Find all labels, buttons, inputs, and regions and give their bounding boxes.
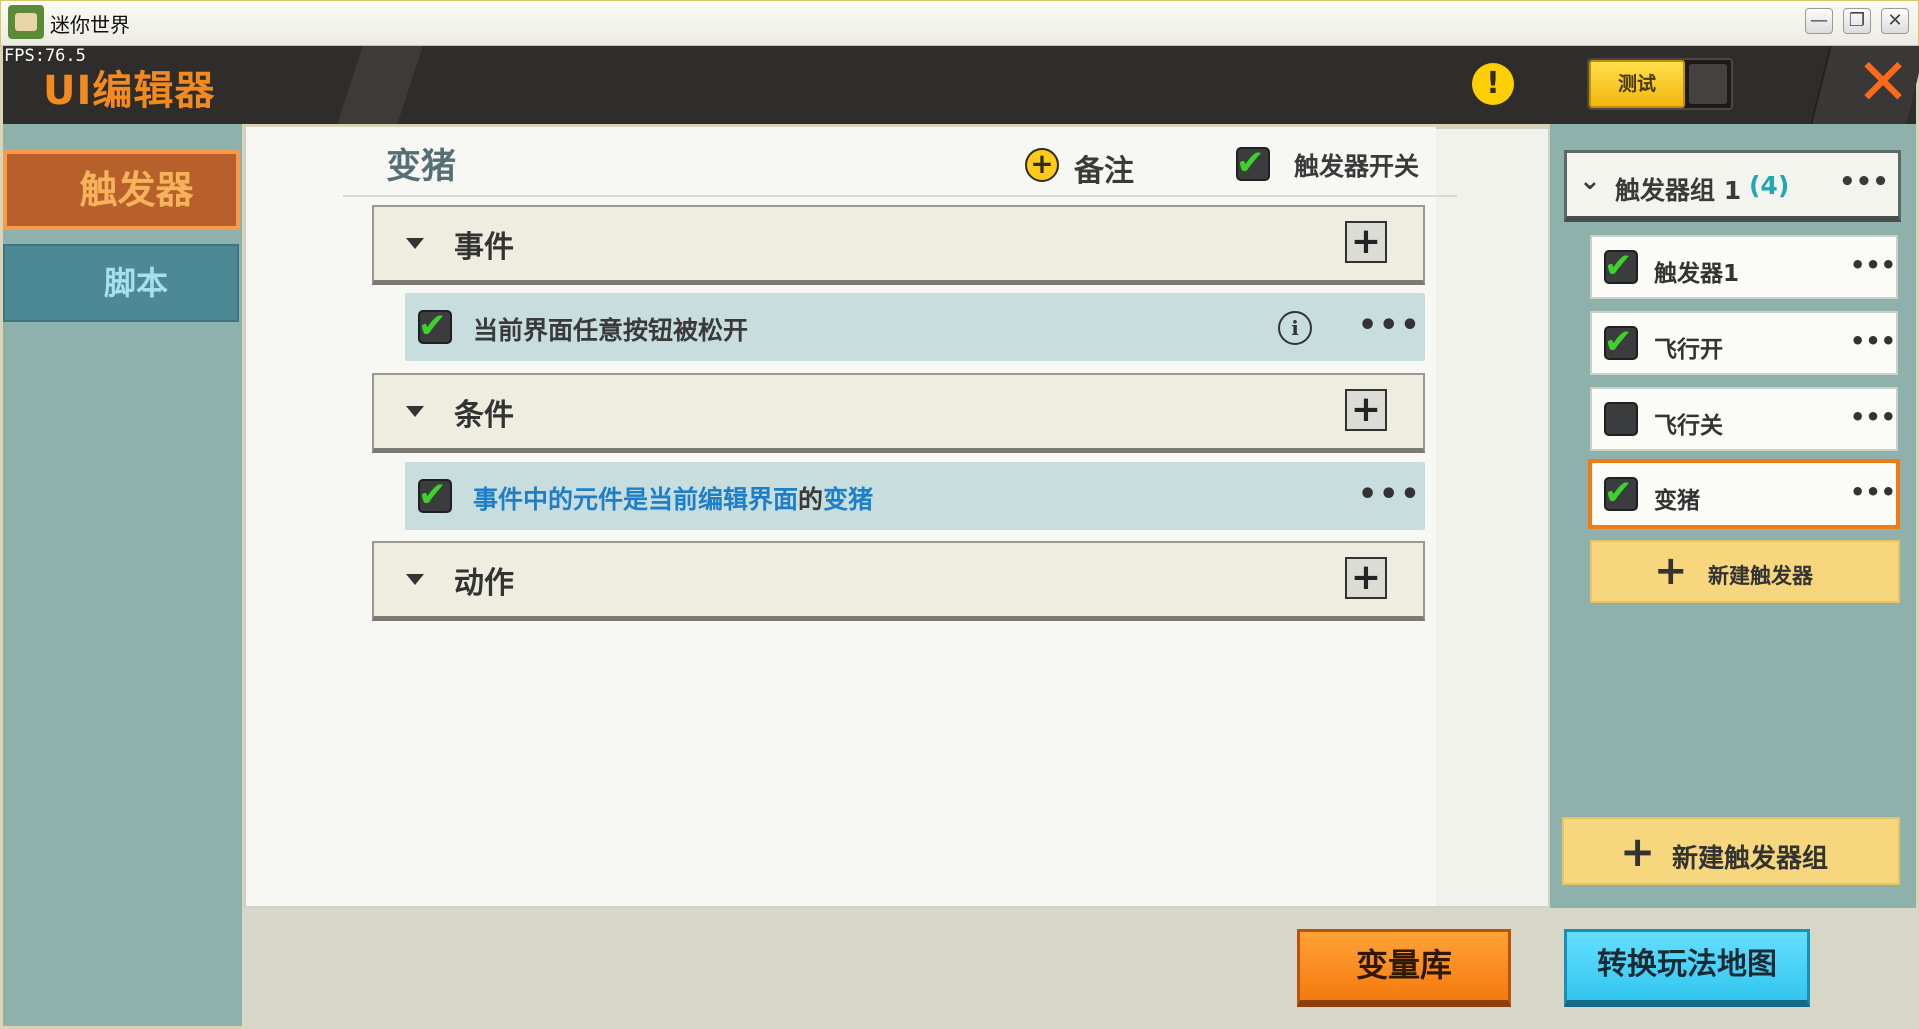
trigger-item-label: 飞行开 <box>1654 337 1723 363</box>
group-more-icon[interactable]: ••• <box>1839 167 1889 197</box>
condition-param-link[interactable]: 变猪 <box>823 485 873 514</box>
plus-icon: + <box>1654 548 1688 594</box>
editor-title: UI编辑器 <box>43 68 216 114</box>
trigger-switch-label: 触发器开关 <box>1294 152 1420 181</box>
restore-icon[interactable]: ❐ <box>1843 8 1871 34</box>
trigger-enabled-checkbox[interactable] <box>1604 402 1638 436</box>
divider <box>343 195 1457 197</box>
chevron-down-icon[interactable]: ⌄ <box>1579 166 1601 196</box>
info-icon[interactable]: i <box>1278 311 1312 345</box>
convert-map-button[interactable]: 转换玩法地图 <box>1564 929 1810 1007</box>
add-condition-button[interactable]: + <box>1345 389 1387 431</box>
section-events-label: 事件 <box>454 230 514 265</box>
new-trigger-group-button[interactable]: + 新建触发器组 <box>1562 817 1900 885</box>
trigger-item-label: 飞行关 <box>1654 413 1723 439</box>
test-button[interactable]: 测试 <box>1589 60 1685 108</box>
condition-param-link[interactable]: 当前编辑界面 <box>648 485 798 514</box>
condition-static-text: 的 <box>798 485 824 514</box>
condition-item-checkbox[interactable]: ✔ <box>418 475 452 515</box>
test-toggle-knob <box>1689 64 1727 104</box>
new-trigger-label: 新建触发器 <box>1708 564 1813 588</box>
collapse-caret-icon[interactable] <box>406 574 424 585</box>
trigger-name-title[interactable]: 变猪 <box>386 138 456 189</box>
minimize-icon[interactable]: — <box>1805 8 1833 34</box>
section-actions-label: 动作 <box>454 566 514 601</box>
add-action-button[interactable]: + <box>1345 557 1387 599</box>
section-events[interactable] <box>372 205 1425 285</box>
add-note-label[interactable]: 备注 <box>1074 146 1134 190</box>
trigger-group-header[interactable]: ⌄ 触发器组 1 (4) ••• <box>1564 150 1901 222</box>
variable-library-button[interactable]: 变量库 <box>1297 929 1511 1007</box>
trigger-enabled-checkbox[interactable]: ✔ <box>1604 322 1638 362</box>
trigger-list-item[interactable]: 飞行关 ••• <box>1590 387 1898 451</box>
checkmark-icon: ✔ <box>1604 246 1633 286</box>
section-actions[interactable] <box>372 541 1425 621</box>
tab-trigger[interactable]: 触发器 <box>3 150 240 230</box>
checkmark-icon: ✔ <box>1604 322 1633 362</box>
condition-operator-link[interactable]: 是 <box>623 485 648 514</box>
event-item-checkbox[interactable]: ✔ <box>418 306 452 346</box>
new-trigger-button[interactable]: + 新建触发器 <box>1590 540 1900 603</box>
add-event-button[interactable]: + <box>1345 221 1387 263</box>
trigger-group-count: (4) <box>1749 171 1790 200</box>
checkmark-icon: ✔ <box>418 306 447 346</box>
app-logo-icon <box>8 5 44 39</box>
trigger-more-icon[interactable]: ••• <box>1850 478 1896 506</box>
trigger-more-icon[interactable]: ••• <box>1850 251 1896 279</box>
event-item-text[interactable]: 当前界面任意按钮被松开 <box>473 311 748 347</box>
window-title: 迷你世界 <box>50 13 130 37</box>
condition-param-link[interactable]: 事件中的元件 <box>473 485 623 514</box>
collapse-caret-icon[interactable] <box>406 406 424 417</box>
event-item-more-icon[interactable]: ••• <box>1358 308 1422 343</box>
condition-item-more-icon[interactable]: ••• <box>1358 477 1422 512</box>
trigger-switch-checkbox[interactable]: ✔ <box>1236 143 1270 183</box>
trigger-more-icon[interactable]: ••• <box>1850 403 1896 431</box>
warning-icon[interactable]: ! <box>1472 63 1514 105</box>
close-editor-icon[interactable]: ✕ <box>1852 51 1914 115</box>
window-title-bar <box>0 0 1919 46</box>
window-close-icon[interactable]: ✕ <box>1881 8 1909 34</box>
trigger-item-label: 触发器1 <box>1654 261 1740 287</box>
condition-item-text[interactable]: 事件中的元件是当前编辑界面的变猪 <box>473 480 873 516</box>
plus-icon: + <box>1620 827 1656 876</box>
section-conditions[interactable] <box>372 373 1425 453</box>
checkmark-icon: ✔ <box>418 475 447 515</box>
trigger-more-icon[interactable]: ••• <box>1850 327 1896 355</box>
new-trigger-group-label: 新建触发器组 <box>1672 844 1829 874</box>
tab-script[interactable]: 脚本 <box>3 244 239 322</box>
trigger-item-label: 变猪 <box>1654 488 1700 514</box>
collapse-caret-icon[interactable] <box>406 238 424 249</box>
trigger-enabled-checkbox[interactable]: ✔ <box>1604 246 1638 286</box>
checkmark-icon: ✔ <box>1236 143 1265 183</box>
section-conditions-label: 条件 <box>454 398 514 433</box>
trigger-group-name: 触发器组 1 <box>1615 176 1742 205</box>
trigger-list-item-selected[interactable]: ✔ 变猪 ••• <box>1588 459 1900 529</box>
trigger-list-item[interactable]: ✔ 触发器1 ••• <box>1590 235 1898 299</box>
trigger-list-item[interactable]: ✔ 飞行开 ••• <box>1590 311 1898 375</box>
add-note-icon[interactable]: + <box>1025 148 1059 182</box>
checkmark-icon: ✔ <box>1604 473 1633 513</box>
trigger-enabled-checkbox[interactable]: ✔ <box>1604 473 1638 513</box>
